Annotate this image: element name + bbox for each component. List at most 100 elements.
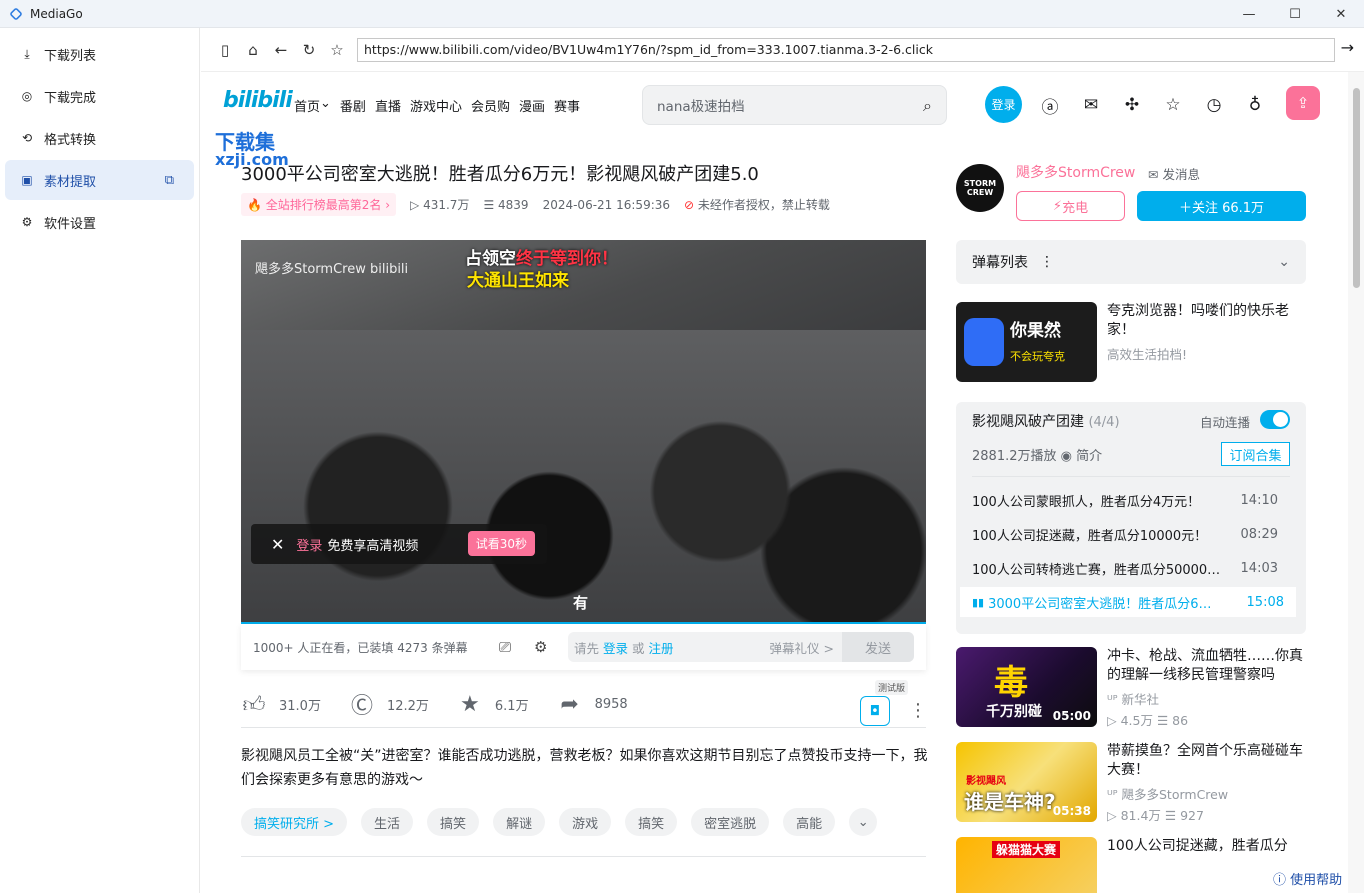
chevron-down-icon[interactable]: ⌄ xyxy=(1278,254,1290,270)
minimize-button[interactable]: — xyxy=(1226,0,1272,28)
menu-home[interactable]: 首页 xyxy=(294,96,320,115)
help-link[interactable]: ⓘ 使用帮助 xyxy=(1273,869,1343,888)
tag-item[interactable]: 搞笑研究所 > xyxy=(241,808,348,836)
trial-button[interactable]: 试看30秒 xyxy=(467,531,535,556)
tag-item[interactable]: 解谜 xyxy=(493,808,546,836)
like-button[interactable]: 👍︎ 31.0万 xyxy=(241,691,321,718)
uploader-name[interactable]: 飓多多StormCrew xyxy=(1016,162,1135,182)
sidebar-item-settings[interactable]: ⚙ 软件设置 xyxy=(5,202,194,242)
tag-item[interactable]: 密室逃脱 xyxy=(691,808,770,836)
app-logo-icon xyxy=(9,6,23,21)
danmaku-toggle-icon[interactable]: ⎚ xyxy=(499,638,511,656)
menu-live[interactable]: 直播 xyxy=(375,96,401,115)
recommend-uploader[interactable]: ᵁᴾ 新华社 xyxy=(1107,689,1159,708)
recommend-title[interactable]: 100人公司捉迷藏，胜者瓜分 xyxy=(1107,837,1306,856)
login-button[interactable]: 登录 xyxy=(985,86,1022,123)
refresh-icon[interactable]: ↻ xyxy=(295,36,323,64)
sidebar-item-download-complete[interactable]: ◎ 下载完成 xyxy=(5,76,194,116)
charge-button[interactable]: ⚡ 充电 xyxy=(1016,191,1125,221)
avatar[interactable]: STORM CREW xyxy=(956,164,1004,212)
vip-icon[interactable]: ⓐ xyxy=(1039,94,1061,118)
ad-subtitle: 高效生活拍档! xyxy=(1107,347,1188,362)
danmaku-list-panel[interactable]: 弹幕列表 ⋮ ⌄ xyxy=(956,240,1306,284)
recommend-item[interactable]: 躲猫猫大赛 100人公司捉迷藏，胜者瓜分 xyxy=(956,837,1306,893)
dynamic-icon[interactable]: ✣ xyxy=(1121,94,1143,116)
close-button[interactable]: ✕ xyxy=(1318,0,1364,28)
bilibili-logo[interactable]: bilibili xyxy=(223,88,293,113)
external-link-icon[interactable]: ⧉ xyxy=(165,173,174,188)
menu-anime[interactable]: 番剧 xyxy=(340,96,366,115)
ad-thumbnail[interactable]: 你果然 不会玩夸克 xyxy=(956,302,1097,382)
search-input[interactable]: nana极速拍档 ⌕ xyxy=(642,85,947,125)
recommend-item[interactable]: 影视飓风 谁是车神? 05:38 带薪摸鱼？全网首个乐高碰碰车大赛！ ᵁᴾ 飓多… xyxy=(956,742,1306,823)
divider xyxy=(241,727,926,728)
menu-mall[interactable]: 会员购 xyxy=(471,96,510,115)
creation-icon[interactable]: ♁ xyxy=(1244,94,1266,116)
tag-item[interactable]: 搞笑 xyxy=(427,808,480,836)
ad-title[interactable]: 夸克浏览器！吗喽们的快乐老家！ xyxy=(1107,302,1306,340)
sidebar-item-download-list[interactable]: ⤓ 下载列表 xyxy=(5,34,194,74)
mobile-icon[interactable]: ▯ xyxy=(211,36,239,64)
danmaku-etiquette-link[interactable]: 弹幕礼仪 > xyxy=(770,638,834,657)
follow-button[interactable]: ＋ 关注 66.1万 xyxy=(1137,191,1306,221)
recommend-thumbnail[interactable]: 躲猫猫大赛 xyxy=(956,837,1097,893)
menu-esports[interactable]: 赛事 xyxy=(554,96,580,115)
more-icon[interactable]: ⋮ xyxy=(909,700,927,721)
ai-assistant-icon[interactable]: ◘ xyxy=(860,696,890,726)
favorite-button[interactable]: ★ 6.1万 xyxy=(457,692,529,717)
playing-icon: ▮▮ xyxy=(972,595,985,609)
sidebar-item-extract[interactable]: ▣ 素材提取 ⧉ xyxy=(5,160,194,200)
url-input[interactable]: https://www.bilibili.com/video/BV1Uw4m1Y… xyxy=(357,37,1335,62)
recommend-item[interactable]: 毒 千万别碰 05:00 冲卡、枪战、流血牺牲……你真的理解一线移民管理警察吗 … xyxy=(956,647,1306,728)
close-icon[interactable]: ✕ xyxy=(271,535,284,554)
scrollbar-thumb[interactable] xyxy=(1353,88,1360,288)
search-icon[interactable]: ⌕ xyxy=(923,96,932,116)
episode-item[interactable]: 100人公司转椅逃亡赛，胜者瓜分50000元！ 14:03 xyxy=(972,553,1290,583)
back-icon[interactable]: ← xyxy=(267,36,295,64)
recommend-title[interactable]: 带薪摸鱼？全网首个乐高碰碰车大赛！ xyxy=(1107,742,1306,780)
upload-icon[interactable]: ⇪ xyxy=(1286,86,1320,120)
collection-title[interactable]: 影视飓风破产团建 (4/4) xyxy=(972,411,1120,431)
rank-badge[interactable]: 🔥 全站排行榜最高第2名 › xyxy=(241,193,397,216)
convert-icon: ⟲ xyxy=(21,131,33,145)
ad-card[interactable]: 你果然 不会玩夸克 夸克浏览器！吗喽们的快乐老家！ 高效生活拍档! xyxy=(956,302,1306,382)
message-icon[interactable]: ✉ xyxy=(1080,94,1102,116)
autoplay-toggle[interactable] xyxy=(1260,410,1290,429)
prompt-login-link[interactable]: 登录 xyxy=(296,535,322,554)
menu-game-center[interactable]: 游戏中心 xyxy=(410,96,462,115)
tag-item[interactable]: 游戏 xyxy=(559,808,612,836)
share-button[interactable]: ➦ 8958 xyxy=(557,691,627,717)
scrollbar[interactable] xyxy=(1348,72,1364,893)
favorite-icon[interactable]: ☆ xyxy=(1162,94,1184,116)
episode-item-current[interactable]: ▮▮ 3000平公司密室大逃脱！胜者瓜分6万元！ 15:08 xyxy=(960,587,1296,617)
recommend-uploader[interactable]: ᵁᴾ 飓多多StormCrew xyxy=(1107,784,1228,803)
tag-item[interactable]: 搞笑 xyxy=(625,808,678,836)
go-arrow-icon[interactable]: → xyxy=(1341,38,1354,57)
tag-item[interactable]: 生活 xyxy=(361,808,414,836)
share-icon: ➦ xyxy=(560,691,579,717)
menu-manga[interactable]: 漫画 xyxy=(519,96,545,115)
chevron-down-icon[interactable]: ⌄ xyxy=(849,808,878,836)
video-player[interactable]: 飓多多StormCrew bilibili 占领空终于等到你！ 大通山王如来 ✕… xyxy=(241,240,926,624)
episode-item[interactable]: 100人公司蒙眼抓人，胜者瓜分4万元！ 14:10 xyxy=(972,485,1290,515)
danmaku-input[interactable]: 请先 登录 或 注册 弹幕礼仪 > 发送 xyxy=(568,632,914,662)
home-icon[interactable]: ⌂ xyxy=(239,36,267,64)
history-icon[interactable]: ◷ xyxy=(1203,94,1225,116)
danmaku-login-link[interactable]: 登录 xyxy=(603,638,628,657)
danmaku-register-link[interactable]: 注册 xyxy=(649,638,674,657)
recommend-thumbnail[interactable]: 影视飓风 谁是车神? 05:38 xyxy=(956,742,1097,822)
more-icon[interactable]: ⋮ xyxy=(1040,254,1054,270)
recommend-title[interactable]: 冲卡、枪战、流血牺牲……你真的理解一线移民管理警察吗 xyxy=(1107,647,1306,685)
recommend-thumbnail[interactable]: 毒 千万别碰 05:00 xyxy=(956,647,1097,727)
send-message-link[interactable]: ✉ 发消息 xyxy=(1148,164,1200,183)
subscribe-button[interactable]: 订阅合集 xyxy=(1221,442,1290,466)
coin-button[interactable]: Ⓒ 12.2万 xyxy=(349,688,429,720)
episode-item[interactable]: 100人公司捉迷藏，胜者瓜分10000元！ 08:29 xyxy=(972,519,1290,549)
send-button[interactable]: 发送 xyxy=(842,632,914,662)
maximize-button[interactable]: ☐ xyxy=(1272,0,1318,28)
star-icon[interactable]: ☆ xyxy=(323,36,351,64)
tag-item[interactable]: 高能 xyxy=(783,808,836,836)
danmaku-settings-icon[interactable]: ⚙ xyxy=(534,638,547,656)
video-meta: 🔥 全站排行榜最高第2名 › ▷ 431.7万 ☰ 4839 2024-06-2… xyxy=(241,193,844,216)
sidebar-item-format-convert[interactable]: ⟲ 格式转换 xyxy=(5,118,194,158)
